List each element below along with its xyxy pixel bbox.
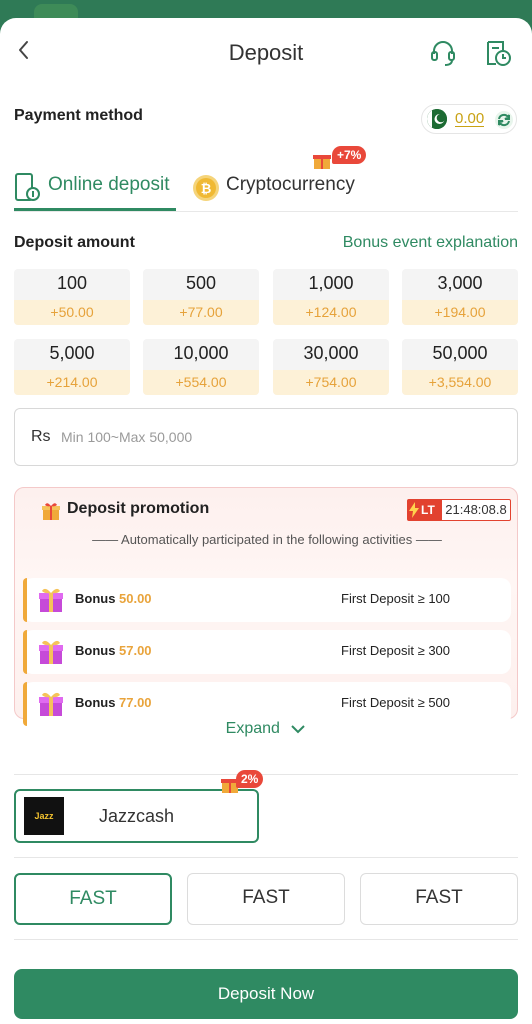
amount-value: 50,000	[432, 343, 488, 363]
amount-option[interactable]: 30,000 +754.00	[273, 339, 389, 395]
deposit-sheet: Deposit Payment method 0.00 Online depos…	[0, 18, 532, 1024]
amount-bonus: +214.00	[14, 370, 130, 395]
divider	[14, 774, 518, 775]
deposit-promotion-panel: Deposit promotion LT 21:48:08.8 —— Autom…	[14, 487, 518, 726]
amount-option[interactable]: 5,000 +214.00	[14, 339, 130, 395]
bonus-event-link[interactable]: Bonus event explanation	[343, 234, 518, 252]
gift-icon	[42, 503, 60, 520]
speed-option[interactable]: FAST	[14, 873, 172, 925]
headset-icon[interactable]	[428, 38, 458, 68]
amount-bonus: +50.00	[14, 300, 130, 325]
speed-option[interactable]: FAST	[360, 873, 518, 925]
channel-label: Jazzcash	[98, 806, 175, 826]
bitcoin-icon: ₿	[193, 175, 219, 201]
promotion-row: Bonus 50.00 First Deposit ≥ 100	[23, 578, 511, 622]
payment-method-label: Payment method	[14, 107, 143, 124]
bonus-condition: First Deposit ≥ 500	[341, 695, 451, 710]
promotion-row: Bonus 57.00 First Deposit ≥ 300	[23, 630, 511, 674]
amount-value: 10,000	[173, 343, 229, 363]
amount-bonus: +754.00	[273, 370, 389, 395]
phone-deposit-icon	[15, 173, 40, 201]
amount-option[interactable]: 1,000 +124.00	[273, 269, 389, 325]
divider	[14, 211, 518, 212]
refresh-icon[interactable]	[494, 110, 514, 130]
tab-online-deposit[interactable]: Online deposit	[14, 166, 176, 210]
amount-value: 1,000	[308, 273, 354, 293]
amount-option[interactable]: 10,000 +554.00	[143, 339, 259, 395]
amount-option[interactable]: 3,000 +194.00	[402, 269, 518, 325]
row-accent	[23, 578, 27, 622]
header: Deposit	[0, 18, 532, 90]
lightning-icon	[409, 502, 419, 518]
svg-text:₿: ₿	[201, 182, 212, 197]
balance-pill: 0.00	[421, 104, 517, 134]
bonus-value: 57.00	[119, 643, 152, 658]
amount-input-box: Rs	[14, 408, 518, 466]
channel-jazzcash[interactable]: Jazz Jazzcash	[14, 789, 259, 843]
countdown: 21:48:08.8	[441, 499, 511, 521]
divider	[14, 857, 518, 858]
bonus-condition: First Deposit ≥ 300	[341, 643, 451, 658]
bonus-value: 77.00	[119, 695, 152, 710]
amount-option[interactable]: 500 +77.00	[143, 269, 259, 325]
speed-option[interactable]: FAST	[187, 873, 345, 925]
currency-prefix: Rs	[31, 428, 51, 445]
deposit-amount-label: Deposit amount	[14, 234, 135, 251]
badge-text: 2%	[236, 770, 264, 788]
chevron-down-icon	[291, 725, 306, 734]
divider	[14, 939, 518, 940]
amount-bonus: +554.00	[143, 370, 259, 395]
amount-option[interactable]: 100 +50.00	[14, 269, 130, 325]
pakistan-flag-icon	[427, 109, 447, 129]
status-strip	[0, 0, 532, 20]
amount-value: 3,000	[437, 273, 483, 293]
history-clock-icon[interactable]	[483, 38, 513, 68]
tab-label: Online deposit	[48, 174, 170, 195]
gift-icon	[313, 155, 331, 169]
row-accent	[23, 630, 27, 674]
bonus-condition: First Deposit ≥ 100	[341, 591, 451, 606]
tab-cryptocurrency[interactable]: ₿ Cryptocurrency	[192, 166, 372, 210]
gift-icon	[39, 692, 63, 716]
amount-bonus: +3,554.00	[402, 370, 518, 395]
amount-value: 5,000	[49, 343, 95, 363]
expand-button[interactable]: Expand	[0, 720, 532, 738]
amount-bonus: +194.00	[402, 300, 518, 325]
limited-time-badge: LT	[407, 499, 443, 521]
amount-value: 100	[56, 273, 88, 293]
bonus-label: Bonus	[75, 695, 116, 710]
amount-option[interactable]: 50,000 +3,554.00	[402, 339, 518, 395]
promotion-subtitle: —— Automatically participated in the fol…	[92, 532, 442, 547]
deposit-now-button[interactable]: Deposit Now	[14, 969, 518, 1019]
balance-value: 0.00	[455, 110, 485, 127]
amount-bonus: +124.00	[273, 300, 389, 325]
expand-label: Expand	[225, 720, 280, 737]
amount-value: 30,000	[303, 343, 359, 363]
gift-icon	[39, 588, 63, 612]
bonus-value: 50.00	[119, 591, 152, 606]
limited-time-text: LT	[421, 503, 435, 517]
bonus-label: Bonus	[75, 643, 116, 658]
amount-bonus: +77.00	[143, 300, 259, 325]
badge-text: +7%	[332, 146, 367, 164]
amount-input[interactable]	[61, 422, 501, 452]
bonus-label: Bonus	[75, 591, 116, 606]
tab-label: Cryptocurrency	[226, 174, 355, 195]
gift-icon	[39, 640, 63, 664]
promotion-title: Deposit promotion	[67, 500, 210, 517]
amount-value: 500	[185, 273, 217, 293]
